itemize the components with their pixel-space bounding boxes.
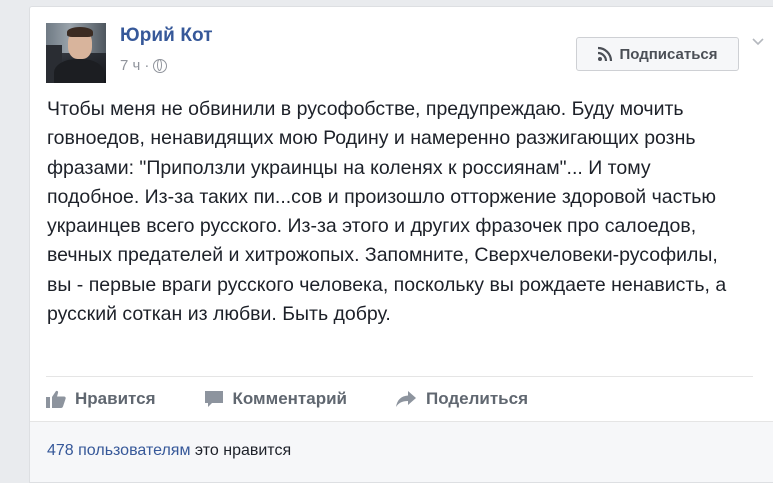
- chevron-down-icon[interactable]: [751, 35, 765, 49]
- comment-icon: [204, 391, 223, 407]
- post-meta: 7 ч ·: [120, 57, 168, 74]
- post-actions: Нравится Комментарий Поделиться: [46, 377, 753, 421]
- share-label: Поделиться: [425, 389, 529, 408]
- post-text: Чтобы меня не обвинили в русофобстве, пр…: [47, 98, 727, 326]
- like-button[interactable]: Нравится: [46, 389, 156, 409]
- avatar[interactable]: [46, 23, 106, 83]
- subscribe-button[interactable]: Подписаться: [576, 37, 739, 71]
- post-footer: 478 пользователям это нравится: [30, 421, 773, 482]
- globe-icon[interactable]: [153, 58, 168, 73]
- comment-label: Комментарий: [232, 389, 347, 408]
- share-icon: [395, 391, 416, 407]
- author-name[interactable]: Юрий Кот: [120, 25, 213, 47]
- post-header: Юрий Кот 7 ч · Подписаться: [46, 23, 773, 87]
- rss-icon: [598, 46, 613, 62]
- like-label: Нравится: [75, 389, 156, 408]
- post-card: Юрий Кот 7 ч · Подписаться Чтобы меня не…: [29, 6, 773, 483]
- meta-separator: ·: [144, 57, 150, 74]
- likes-suffix: это нравится: [194, 442, 292, 459]
- post-time[interactable]: 7 ч: [120, 57, 140, 74]
- comment-button[interactable]: Комментарий: [204, 389, 347, 409]
- likes-summary: 478 пользователям это нравится: [47, 442, 291, 460]
- likes-count-link[interactable]: 478 пользователям: [47, 442, 190, 459]
- subscribe-label: Подписаться: [619, 45, 718, 63]
- share-button[interactable]: Поделиться: [395, 389, 528, 409]
- thumbs-up-icon: [46, 390, 66, 408]
